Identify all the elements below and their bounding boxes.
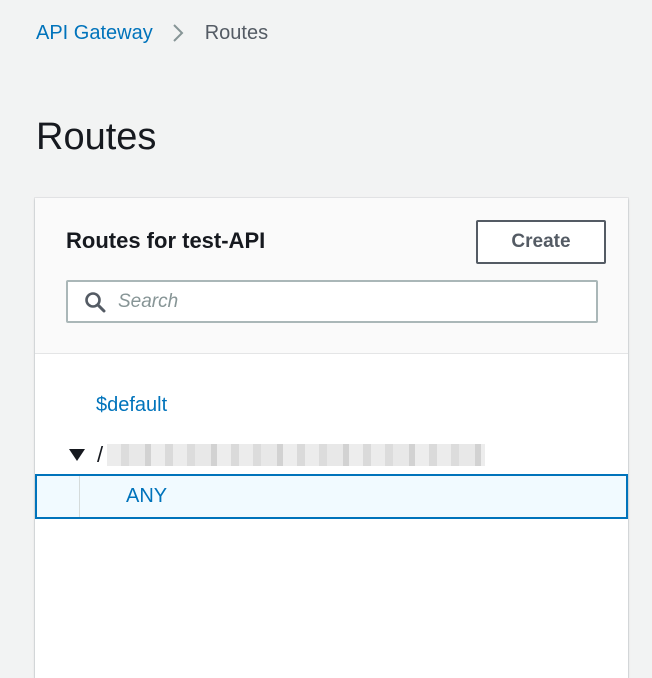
create-button[interactable]: Create	[476, 220, 606, 264]
routes-panel: Routes for test-API Create $default / AN…	[35, 198, 628, 678]
page-title: Routes	[36, 116, 157, 158]
caret-down-icon[interactable]	[69, 448, 85, 462]
breadcrumb-link-api-gateway[interactable]: API Gateway	[36, 22, 153, 45]
search-box[interactable]	[66, 280, 598, 323]
chevron-right-icon	[173, 24, 184, 42]
route-group-root: /	[69, 442, 486, 468]
search-input[interactable]	[118, 284, 588, 319]
redacted-path	[107, 444, 486, 466]
panel-title: Routes for test-API	[66, 228, 266, 253]
route-group-path: /	[97, 442, 104, 467]
tree-guide-line	[79, 476, 80, 517]
route-item-default[interactable]: $default	[96, 394, 167, 417]
search-icon	[85, 292, 106, 313]
route-item-any[interactable]: ANY	[35, 474, 628, 519]
panel-header: Routes for test-API Create	[35, 198, 628, 354]
breadcrumb: API Gateway Routes	[36, 20, 268, 46]
breadcrumb-current: Routes	[204, 21, 269, 44]
route-method-label: ANY	[126, 485, 168, 507]
